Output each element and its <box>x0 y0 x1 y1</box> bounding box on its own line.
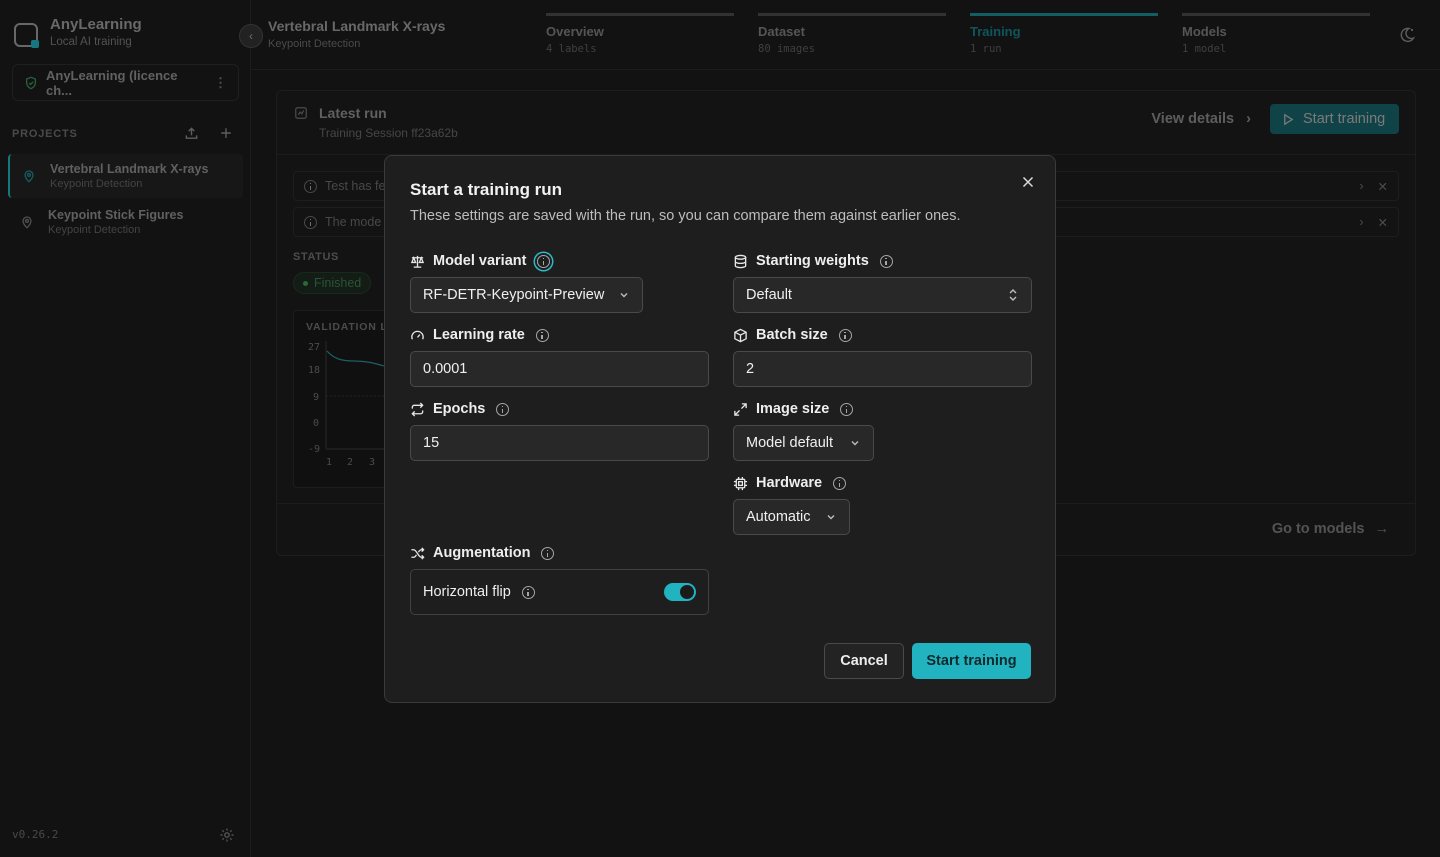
model-variant-value: RF-DETR-Keypoint-Preview <box>423 287 605 303</box>
augmentation-label: Augmentation <box>410 545 555 561</box>
chevrons-up-down-icon <box>1007 288 1019 302</box>
horizontal-flip-row: Horizontal flip <box>410 569 709 615</box>
close-dialog-button[interactable] <box>1018 172 1038 192</box>
epochs-label: Epochs <box>410 401 510 417</box>
info-icon[interactable] <box>833 476 847 490</box>
info-icon[interactable] <box>535 328 549 342</box>
collapse-sidebar-button[interactable]: ‹ <box>239 24 263 48</box>
gauge-icon <box>410 328 425 343</box>
field-label-text: Augmentation <box>433 545 531 561</box>
start-training-dialog: Start a training run These settings are … <box>384 155 1056 703</box>
box-icon <box>733 328 748 343</box>
chevron-down-icon <box>849 437 861 449</box>
scale-icon <box>410 254 425 269</box>
hardware-select[interactable]: Automatic <box>733 499 850 535</box>
field-label-text: Hardware <box>756 475 823 491</box>
shuffle-icon <box>410 546 425 561</box>
model-variant-label: Model variant <box>410 253 551 269</box>
info-icon[interactable] <box>496 402 510 416</box>
start-training-button[interactable]: Start training <box>912 643 1031 679</box>
field-label-text: Starting weights <box>756 253 869 269</box>
horizontal-flip-toggle[interactable] <box>664 583 696 601</box>
starting-weights-value: Default <box>746 287 792 303</box>
batch-size-label: Batch size <box>733 327 852 343</box>
learning-rate-value: 0.0001 <box>423 361 468 377</box>
dialog-title: Start a training run <box>410 180 563 199</box>
epochs-input[interactable]: 15 <box>410 425 709 461</box>
expand-icon <box>733 402 748 417</box>
info-icon[interactable] <box>537 254 551 268</box>
hardware-value: Automatic <box>746 509 811 525</box>
chevron-down-icon <box>825 511 837 523</box>
repeat-icon <box>410 401 425 417</box>
database-icon <box>733 254 748 269</box>
hardware-label: Hardware <box>733 475 847 491</box>
cpu-icon <box>733 476 748 491</box>
model-variant-select[interactable]: RF-DETR-Keypoint-Preview <box>410 277 643 313</box>
info-icon[interactable] <box>541 546 555 560</box>
chevron-down-icon <box>618 289 630 301</box>
image-size-value: Model default <box>746 435 834 451</box>
image-size-label: Image size <box>733 401 854 417</box>
field-label-text: Model variant <box>433 253 527 269</box>
close-icon <box>1022 176 1034 188</box>
field-label-text: Batch size <box>756 327 828 343</box>
epochs-value: 15 <box>423 435 440 451</box>
batch-size-input[interactable]: 2 <box>733 351 1032 387</box>
field-label-text: Image size <box>756 401 830 417</box>
starting-weights-label: Starting weights <box>733 253 893 269</box>
info-icon[interactable] <box>521 585 535 599</box>
cancel-button[interactable]: Cancel <box>824 643 904 679</box>
learning-rate-input[interactable]: 0.0001 <box>410 351 709 387</box>
batch-size-value: 2 <box>746 361 755 377</box>
info-icon[interactable] <box>838 328 852 342</box>
field-label-text: Epochs <box>433 401 486 417</box>
starting-weights-select[interactable]: Default <box>733 277 1032 313</box>
info-icon[interactable] <box>879 254 893 268</box>
image-size-select[interactable]: Model default <box>733 425 874 461</box>
horizontal-flip-label: Horizontal flip <box>423 584 511 600</box>
learning-rate-label: Learning rate <box>410 327 549 343</box>
dialog-subtitle: These settings are saved with the run, s… <box>410 208 961 224</box>
field-label-text: Learning rate <box>433 327 525 343</box>
info-icon[interactable] <box>840 402 854 416</box>
chevron-left-icon: ‹ <box>249 29 253 43</box>
